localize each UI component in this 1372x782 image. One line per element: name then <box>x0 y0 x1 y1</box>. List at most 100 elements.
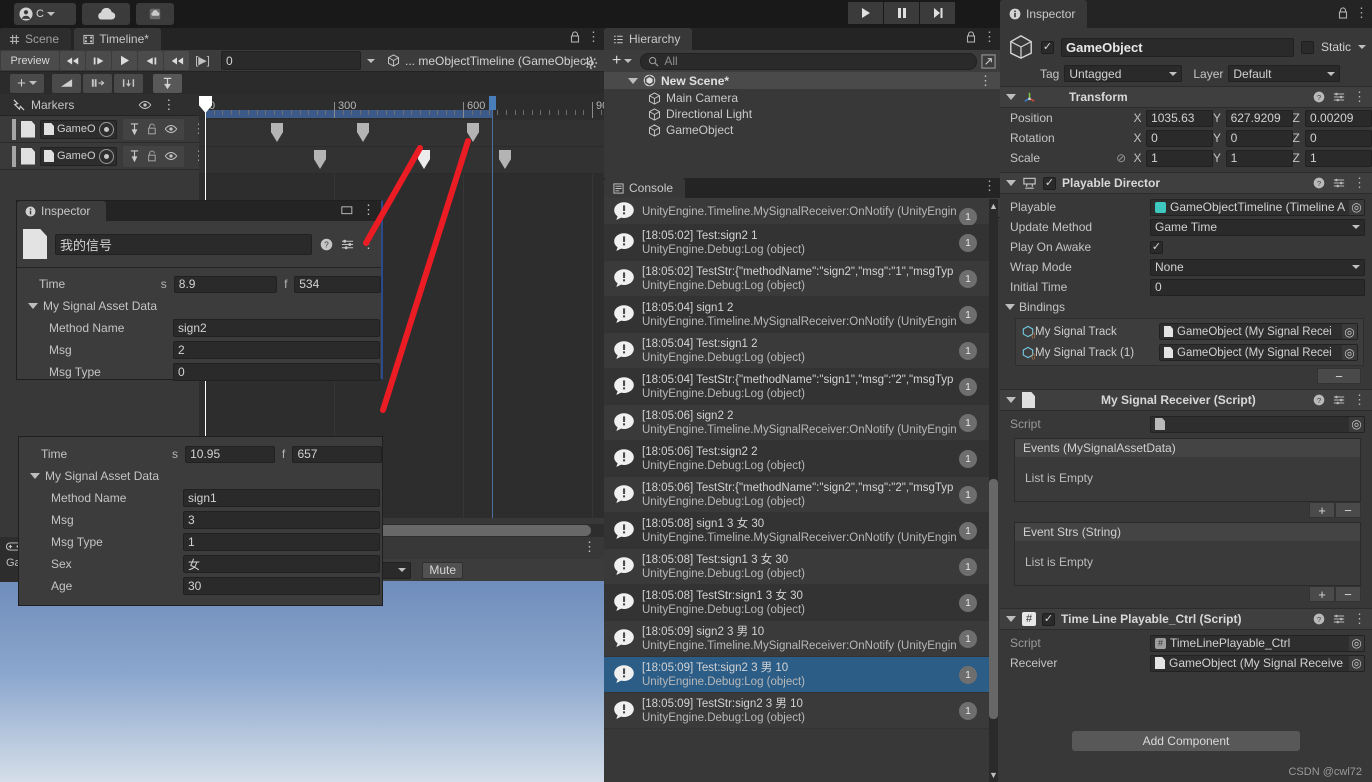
console-log-row[interactable]: [18:05:06] TestStr:{"methodName":"sign2"… <box>604 477 991 513</box>
eye-icon[interactable] <box>138 100 152 110</box>
console-log-row[interactable]: [18:05:08] sign1 3 女 30 UnityEngine.Timel… <box>604 513 991 549</box>
object-picker-icon[interactable] <box>98 121 114 137</box>
wrap-mode-dropdown[interactable]: None <box>1150 258 1365 276</box>
signal-inspector-popup-1[interactable]: Inspector ⋮ 我的信号 ? ⋮ Time s 8.9 f 534 My… <box>16 200 383 381</box>
list-add-button[interactable]: + <box>1309 586 1335 602</box>
timeline-play-button[interactable] <box>112 51 137 70</box>
console-log-row[interactable]: [18:05:02] TestStr:{"methodName":"sign2"… <box>604 261 991 297</box>
chevron-down-icon[interactable] <box>1358 45 1366 49</box>
hierarchy-scene-row[interactable]: New Scene* ⋮ <box>604 72 1000 89</box>
unlink-icon[interactable]: ⊘ <box>1116 151 1133 165</box>
playable-ctrl-enabled-checkbox[interactable]: ✓ <box>1042 612 1055 626</box>
lock-icon[interactable] <box>966 31 976 43</box>
preset-icon[interactable] <box>1333 177 1345 189</box>
object-picker-icon[interactable]: ◎ <box>1349 655 1364 671</box>
tab-inspector[interactable]: Inspector <box>1000 0 1088 28</box>
signal-marker[interactable] <box>357 123 369 142</box>
object-picker-icon[interactable]: ◎ <box>1342 345 1357 360</box>
pause-button[interactable] <box>884 2 919 24</box>
binding-object-field[interactable]: GameObject (My Signal Recei ◎ <box>1159 323 1358 340</box>
signal-field-input[interactable]: 3 <box>183 511 380 529</box>
play-button[interactable] <box>848 2 883 24</box>
hierarchy-item[interactable]: Directional Light <box>604 106 1000 122</box>
foldout-icon[interactable] <box>1006 180 1016 186</box>
preview-button[interactable]: Preview <box>1 51 59 70</box>
binding-object-field[interactable]: GameObject (My Signal Recei ◎ <box>1159 344 1358 361</box>
hierarchy-item[interactable]: GameObject <box>604 122 1000 138</box>
playable-director-header[interactable]: ✓ Playable Director ? ⋮ <box>1000 172 1372 194</box>
signal-field-input[interactable]: sign1 <box>183 489 380 507</box>
kebab-icon[interactable]: ⋮ <box>583 540 596 553</box>
signal-data-foldout[interactable]: My Signal Asset Data <box>19 465 382 487</box>
kebab-icon[interactable]: ⋮ <box>362 203 375 216</box>
seconds-input[interactable]: 8.9 <box>173 275 278 293</box>
console-log-row[interactable]: [18:05:08] TestStr:sign1 3 女 30 UnityEngi… <box>604 585 991 621</box>
console-log-row[interactable]: [18:05:06] Test:sign2 2 UnityEngine.Debug… <box>604 441 991 477</box>
transform-x-input[interactable]: 1035.63 <box>1146 109 1214 127</box>
kebab-icon[interactable]: ⋮ <box>1353 90 1366 103</box>
object-name-input[interactable]: GameObject <box>1061 37 1294 57</box>
tab-hierarchy[interactable]: Hierarchy <box>604 28 693 50</box>
foldout-icon[interactable] <box>628 77 638 84</box>
kebab-icon[interactable]: ⋮ <box>983 30 996 43</box>
transform-x-input[interactable]: 0 <box>1146 129 1214 147</box>
kebab-icon[interactable]: ⋮ <box>979 74 992 87</box>
eye-icon[interactable] <box>164 151 178 161</box>
track-binding-field[interactable]: GameO <box>40 146 117 166</box>
console-log-row[interactable]: [18:05:09] TestStr:sign2 3 男 10 UnityEngi… <box>604 693 991 729</box>
signal-marker[interactable] <box>467 123 479 142</box>
tab-scene[interactable]: Scene <box>0 28 72 50</box>
help-icon[interactable]: ? <box>1313 177 1325 189</box>
edit-mode-ripple-button[interactable] <box>83 73 112 93</box>
list-remove-button[interactable]: − <box>1335 586 1361 602</box>
console-log-row[interactable]: [18:05:09] Test:sign2 3 男 10 UnityEngine.… <box>604 657 991 693</box>
play-on-awake-checkbox[interactable]: ✓ <box>1150 240 1163 254</box>
add-component-button[interactable]: Add Component <box>1072 731 1300 751</box>
game-view-viewport[interactable] <box>0 581 604 782</box>
scroll-up-arrow[interactable]: ▲ <box>989 201 998 211</box>
signal-field-input[interactable]: 30 <box>183 577 380 595</box>
eye-icon[interactable] <box>164 124 178 134</box>
foldout-icon[interactable] <box>1005 304 1015 310</box>
list-remove-button[interactable]: − <box>1335 502 1361 518</box>
maximize-icon[interactable] <box>341 205 353 215</box>
scrollbar-thumb[interactable] <box>989 479 998 719</box>
add-track-button[interactable]: + <box>10 73 44 93</box>
signal-marker[interactable] <box>418 150 430 169</box>
unlock-icon[interactable] <box>147 150 157 162</box>
kebab-icon[interactable]: ⋮ <box>162 98 175 111</box>
foldout-icon[interactable] <box>1006 616 1016 622</box>
signal-inspector-popup-2[interactable]: Time s 10.95 f 657 My Signal Asset Data … <box>18 436 383 606</box>
account-button[interactable]: C <box>14 3 76 25</box>
cloud-build-button[interactable] <box>136 3 174 25</box>
kebab-icon[interactable]: ⋮ <box>587 30 600 43</box>
kebab-icon[interactable]: ⋮ <box>1353 612 1366 625</box>
console-log-row[interactable]: [18:05:08] Test:sign1 3 女 30 UnityEngine.… <box>604 549 991 585</box>
lock-icon[interactable] <box>1338 7 1348 19</box>
timeline-track-lane[interactable] <box>199 120 604 147</box>
console-log-row[interactable]: [18:05:02] Test:sign2 1 UnityEngine.Debug… <box>604 225 991 261</box>
object-picker-icon[interactable]: ◎ <box>1349 199 1364 215</box>
mute-button[interactable]: Mute <box>422 561 464 579</box>
last-frame-button[interactable] <box>164 51 189 70</box>
signal-field-input[interactable]: sign2 <box>173 319 380 337</box>
preset-icon[interactable] <box>1333 91 1345 103</box>
search-input[interactable]: All <box>640 52 977 70</box>
track-binding-field[interactable]: GameO <box>40 119 117 139</box>
pin-icon[interactable] <box>129 123 140 135</box>
signal-field-input[interactable]: 1 <box>183 533 380 551</box>
signal-field-input[interactable]: 0 <box>173 363 380 381</box>
director-enabled-checkbox[interactable]: ✓ <box>1043 176 1056 190</box>
frames-input[interactable]: 534 <box>294 275 381 293</box>
object-picker-icon[interactable] <box>98 148 114 164</box>
preset-icon[interactable] <box>1333 394 1345 406</box>
signal-field-input[interactable]: 女 <box>183 555 380 573</box>
tab-timeline[interactable]: Timeline* <box>74 28 161 50</box>
console-log-row[interactable]: UnityEngine.Timeline.MySignalReceiver:On… <box>604 199 991 226</box>
static-checkbox[interactable] <box>1300 40 1314 54</box>
first-frame-button[interactable] <box>60 51 85 70</box>
signal-marker[interactable] <box>499 150 511 169</box>
signal-field-input[interactable]: 2 <box>173 341 380 359</box>
bindings-foldout[interactable]: Bindings <box>1000 297 1372 317</box>
help-icon[interactable]: ? <box>1313 613 1325 625</box>
